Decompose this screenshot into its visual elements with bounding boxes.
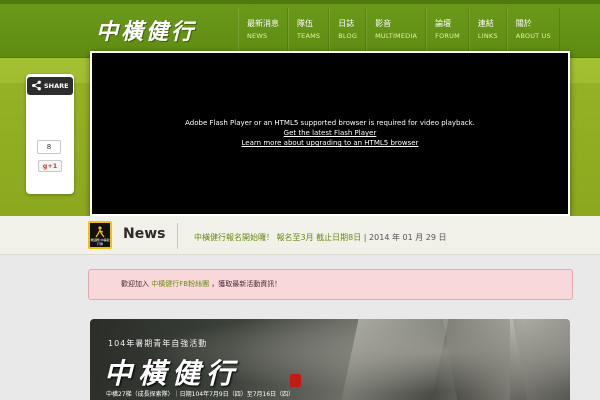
nav-label-en: LINKS xyxy=(477,32,498,40)
nav-label-zh: 連結 xyxy=(477,19,494,28)
news-logo-caption: 救國團 中橫健行隊 xyxy=(90,238,110,246)
html5-info-link[interactable]: Learn more about upgrading to an HTML5 b… xyxy=(92,138,568,148)
news-logo: 救國團 中橫健行隊 xyxy=(88,221,112,249)
nav-label-zh: 影音 xyxy=(375,19,392,28)
banner-subtitle: 104年暑期青年自強活動 xyxy=(108,339,208,348)
notice-prefix: 歡迎加入 xyxy=(121,280,149,288)
nav-label-zh: 關於 xyxy=(515,19,532,28)
nav-label-zh: 論壇 xyxy=(435,19,452,28)
nav-label-en: TEAMS xyxy=(297,32,321,40)
banner-rock-texture xyxy=(341,319,449,400)
nav-label-en: NEWS xyxy=(247,32,268,40)
notice-suffix: ，獲取最新活動資訊！ xyxy=(211,280,282,288)
header-top-stripe xyxy=(0,0,600,4)
news-divider xyxy=(177,223,178,249)
share-label: SHARE xyxy=(44,82,69,90)
news-separator: | xyxy=(361,233,370,242)
nav-label-zh: 最新消息 xyxy=(247,19,279,28)
news-ticker: 中橫健行報名開始囉！ 報名至3月 截止日期8日 | 2014 年 01 月 29… xyxy=(194,232,446,243)
video-player-frame: Adobe Flash Player or an HTML5 supported… xyxy=(90,51,570,216)
video-player[interactable]: Adobe Flash Player or an HTML5 supported… xyxy=(92,53,568,214)
google-plus-button[interactable]: g+1 xyxy=(38,160,62,172)
news-date: 2014 年 01 月 29 日 xyxy=(369,233,447,242)
banner-event-info: 中橫27梯（成長探索隊）｜日期104年7月9日（四）至7月16日（四） xyxy=(106,391,295,398)
news-section-title: News xyxy=(123,226,166,242)
share-count: 8 xyxy=(37,140,61,154)
news-headline-link[interactable]: 中橫健行報名開始囉！ 報名至3月 截止日期8日 xyxy=(194,233,361,242)
nav-label-en: MULTIMEDIA xyxy=(375,32,418,40)
nav-label-en: ABOUT US xyxy=(515,32,551,40)
nav-label-en: FORUM xyxy=(435,32,460,40)
site-logo[interactable]: 中橫健行 xyxy=(96,14,196,46)
banner-title: 中橫健行 xyxy=(104,357,241,390)
share-button[interactable]: SHARE xyxy=(27,77,73,95)
player-message: Adobe Flash Player or an HTML5 supported… xyxy=(185,119,475,127)
share-panel: SHARE 8 g+1 xyxy=(26,74,74,194)
event-banner[interactable]: 104年暑期青年自強活動 中橫健行 中橫27梯（成長探索隊）｜日期104年7月9… xyxy=(90,319,570,400)
notice-banner: 歡迎加入 中橫健行FB粉絲團 ，獲取最新活動資訊！ xyxy=(88,269,573,300)
nav-label-zh: 隊伍 xyxy=(297,19,313,28)
site-header: 中橫健行 最新消息 NEWS 隊伍 TEAMS 日誌 BLOG 影音 MULTI… xyxy=(0,0,600,58)
share-icon xyxy=(32,80,41,91)
nav-label-zh: 日誌 xyxy=(338,19,355,28)
banner-rock-texture xyxy=(510,319,570,400)
hiker-icon xyxy=(95,226,105,238)
flash-download-link[interactable]: Get the latest Flash Player xyxy=(92,128,568,138)
red-seal-icon xyxy=(290,374,301,387)
facebook-fanpage-link[interactable]: 中橫健行FB粉絲團 xyxy=(151,280,209,288)
nav-label-en: BLOG xyxy=(338,32,358,40)
